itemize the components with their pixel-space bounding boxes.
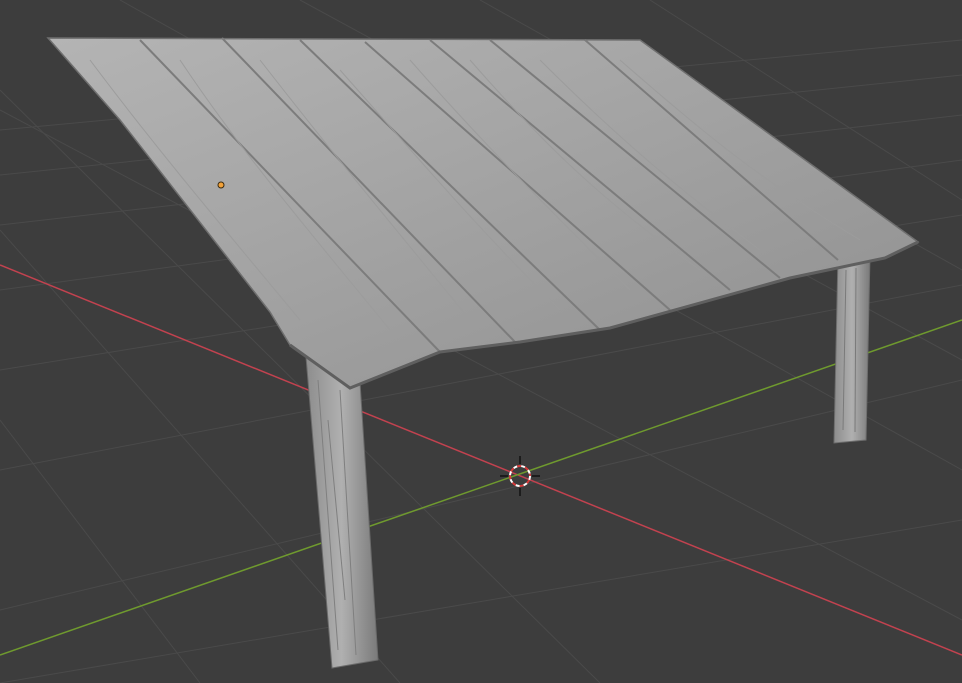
origin-dot-icon[interactable]	[217, 181, 225, 189]
back-post	[833, 254, 871, 444]
3d-viewport[interactable]	[0, 0, 962, 683]
